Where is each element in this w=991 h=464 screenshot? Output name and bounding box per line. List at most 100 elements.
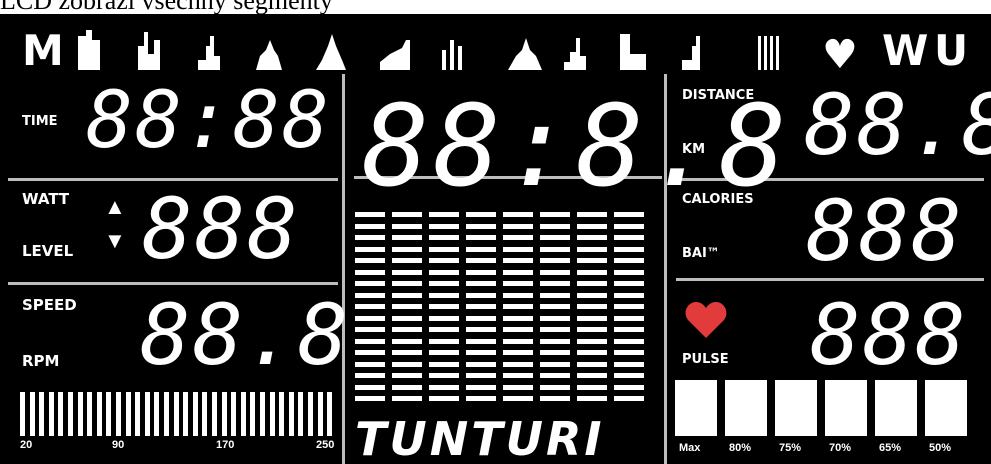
profile-bar-segment xyxy=(614,269,644,275)
profile-bar-segment xyxy=(614,350,644,355)
rpm-bar-segment xyxy=(164,392,169,436)
heart-icon xyxy=(684,300,728,340)
rpm-bar-segment xyxy=(77,392,83,436)
profile-bar-segment xyxy=(355,281,385,286)
profile-bar-column xyxy=(392,212,422,412)
profile-bar-segment xyxy=(466,258,496,263)
profile-bar-segment xyxy=(466,235,496,240)
profile-bar-segment xyxy=(392,350,422,355)
profile-bar-segment xyxy=(466,223,496,229)
profile-bar-segment xyxy=(577,246,607,252)
profile-bar-segment xyxy=(429,281,459,286)
profile-bar-segment xyxy=(429,258,459,263)
rpm-bar-segment xyxy=(269,392,275,436)
profile-bar-segment xyxy=(503,281,533,286)
profile-bar-segment xyxy=(429,223,459,229)
profile-bar-segment xyxy=(614,373,644,378)
program-m-icon: M xyxy=(22,26,64,75)
profile-bar-segment xyxy=(614,258,644,263)
profile-bar-segment xyxy=(355,361,385,367)
profile-bar-segment xyxy=(614,223,644,229)
profile-bar-segment xyxy=(614,361,644,367)
profile-bar-segment xyxy=(355,304,385,309)
program-profile-icon xyxy=(78,30,100,70)
profile-bar-segment xyxy=(540,384,570,390)
profile-bar-segment xyxy=(355,373,385,378)
rpm-bar-segment xyxy=(231,392,237,436)
zone-label: 75% xyxy=(779,442,802,454)
lcd-display: M ♥ W U TIME 88:88 WATT LEVEL ▲ ▼ 888 SP… xyxy=(0,14,991,464)
heart-rate-zones xyxy=(675,380,975,436)
rpm-bar-segment xyxy=(279,392,285,436)
zone-label: 65% xyxy=(879,442,902,454)
profile-bar-segment xyxy=(392,212,422,217)
rpm-bar-segment xyxy=(221,392,227,436)
rpm-bar-segment xyxy=(87,392,93,436)
profile-bar-segment xyxy=(503,269,533,275)
rpm-bar-segment xyxy=(106,392,112,436)
rpm-bar-graph xyxy=(20,392,338,436)
profile-bar-segment xyxy=(614,338,644,344)
zone-box xyxy=(925,380,967,436)
profile-bar-segment xyxy=(466,327,496,332)
rpm-bar-segment xyxy=(20,392,25,436)
program-profile-icon xyxy=(758,36,779,70)
profile-bar-segment xyxy=(429,396,459,401)
profile-bar-segment xyxy=(392,304,422,309)
profile-bar-segment xyxy=(429,212,459,217)
profile-bar-segment xyxy=(540,327,570,332)
profile-bar-segment xyxy=(614,304,644,309)
rpm-bar-segment xyxy=(48,392,54,436)
profile-bar-segment xyxy=(429,384,459,390)
profile-bar-segment xyxy=(466,350,496,355)
profile-bar-segment xyxy=(392,338,422,344)
rpm-bar-segment xyxy=(173,392,179,436)
zone-box xyxy=(725,380,767,436)
profile-bar-segment xyxy=(614,396,644,401)
rpm-tick: 20 xyxy=(20,439,33,451)
rpm-bar-segment xyxy=(58,392,64,436)
profile-bar-segment xyxy=(355,235,385,240)
profile-bar-segment xyxy=(392,384,422,390)
profile-bar-segment xyxy=(466,396,496,401)
profile-bar-segment xyxy=(503,315,533,321)
profile-bar-column xyxy=(503,212,533,412)
profile-bar-segment xyxy=(577,396,607,401)
level-label: LEVEL xyxy=(22,242,74,260)
rpm-tick: 170 xyxy=(216,439,235,451)
program-profile-icon xyxy=(316,34,346,70)
profile-bar-segment xyxy=(429,350,459,355)
profile-bar-segment xyxy=(577,373,607,378)
profile-bar-segment xyxy=(429,269,459,275)
profile-bar-segment xyxy=(614,327,644,332)
profile-bar-segment xyxy=(466,373,496,378)
profile-bar-segment xyxy=(392,246,422,252)
profile-bar-segment xyxy=(614,281,644,286)
profile-bar-segment xyxy=(577,384,607,390)
rpm-bar-segment xyxy=(96,392,102,436)
program-u-icon: U xyxy=(934,26,969,75)
profile-bar-segment xyxy=(614,292,644,298)
rpm-bar-segment xyxy=(29,392,35,436)
profile-bar-segment xyxy=(466,338,496,344)
program-profile-icon xyxy=(380,40,410,70)
profile-bar-segment xyxy=(429,327,459,332)
time-label: TIME xyxy=(22,114,58,129)
profile-bar-segment xyxy=(503,327,533,332)
profile-bar-segment xyxy=(614,384,644,390)
program-profile-icon xyxy=(508,38,542,70)
profile-bar-segment xyxy=(503,304,533,309)
rpm-bar-segment xyxy=(154,392,160,436)
profile-bar-segment xyxy=(540,350,570,355)
calories-value: 888 xyxy=(806,182,964,280)
zone-label: 50% xyxy=(929,442,952,454)
profile-bar-segment xyxy=(503,258,533,263)
profile-bar-segment xyxy=(355,258,385,263)
profile-bar-segment xyxy=(503,396,533,401)
profile-bar-segment xyxy=(503,338,533,344)
profile-bar-segment xyxy=(429,361,459,367)
profile-bar-segment xyxy=(355,223,385,229)
program-profile-icon xyxy=(620,34,646,70)
profile-bar-segment xyxy=(577,292,607,298)
profile-bar-segment xyxy=(429,304,459,309)
